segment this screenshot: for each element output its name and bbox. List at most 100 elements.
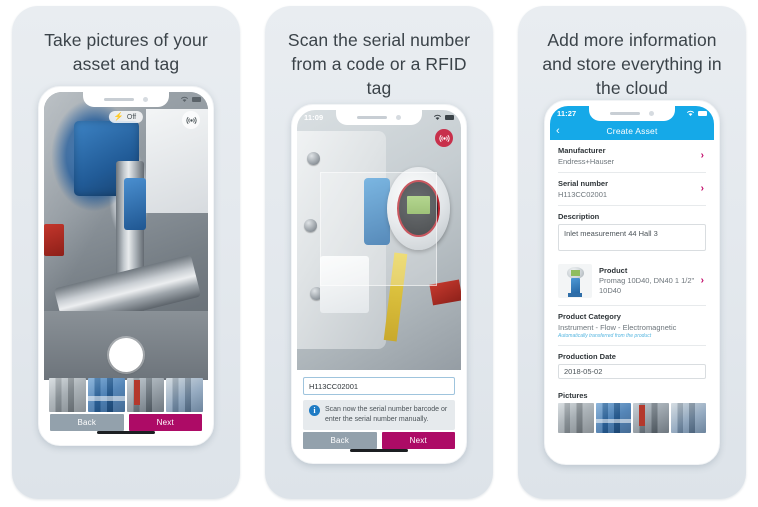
manufacturer-value: Endress+Hauser — [558, 157, 615, 166]
app-header: 11:27 ‹ Create Asset — [550, 106, 714, 140]
serial-number-value: H113CC02001 — [558, 190, 608, 199]
feature-panel-1: Take pictures of your asset and tag ⚡ Of… — [12, 6, 240, 499]
battery-icon — [445, 115, 454, 120]
next-button-1[interactable]: Next — [128, 414, 202, 431]
form-row-serial-number[interactable]: Serial number H113CC02001 › — [558, 173, 706, 206]
thumbnail-2[interactable] — [88, 378, 125, 412]
next-button-2[interactable]: Next — [381, 432, 455, 449]
chevron-right-icon[interactable]: › — [701, 151, 704, 161]
status-time-2: 11:09 — [304, 113, 324, 122]
speaker-grille — [610, 112, 640, 115]
product-lcd — [570, 270, 580, 276]
form-row-production-date: Production Date 2018-05-02 — [558, 346, 706, 385]
photo-region-bolt — [306, 151, 320, 165]
product-base — [568, 292, 582, 297]
serial-entry-area: H113CC02001 i Scan now the serial number… — [303, 377, 455, 430]
chevron-right-icon[interactable]: › — [701, 184, 704, 194]
camera-viewfinder-2: 11:09 — [297, 110, 461, 370]
speaker-grille — [104, 98, 134, 101]
phone-mockup-1: ⚡ Off Back Next — [38, 86, 214, 446]
phone-screen-3: 11:27 ‹ Create Asset Manufacturer Endres… — [550, 106, 714, 457]
info-banner: i Scan now the serial number barcode or … — [303, 400, 455, 430]
product-text: Product Promag 10D40, DN40 1 1/2" 10D40 — [599, 266, 706, 296]
status-time-3: 11:27 — [557, 109, 577, 118]
app-header-title: Create Asset — [606, 126, 658, 136]
phone-screen-1: ⚡ Off Back Next — [44, 92, 208, 438]
status-icons-2 — [433, 114, 454, 121]
battery-icon — [192, 97, 201, 102]
back-button-2[interactable]: Back — [303, 432, 377, 449]
product-label: Product — [599, 266, 628, 275]
panel-title-1: Take pictures of your asset and tag — [44, 30, 208, 74]
home-indicator-2 — [350, 449, 408, 452]
phone-notch-3 — [589, 106, 675, 121]
serial-number-label: Serial number — [558, 179, 609, 188]
thumbnail-1[interactable] — [49, 378, 86, 412]
wifi-icon — [180, 96, 189, 102]
product-category-value: Instrument - Flow - Electromagnetic — [558, 323, 677, 332]
form-row-pictures: Pictures — [558, 385, 706, 439]
picture-3[interactable] — [633, 403, 669, 433]
picture-2[interactable] — [595, 403, 631, 433]
flash-label: Off — [126, 113, 137, 121]
form-row-description: Description Inlet measurement 44 Hall 3 — [558, 206, 706, 257]
thumbnail-3[interactable] — [127, 378, 164, 412]
product-category-hint: Automatically transferred from the produ… — [558, 333, 652, 339]
pictures-label: Pictures — [558, 391, 588, 400]
product-description: Promag 10D40, DN40 1 1/2" 10D40 — [599, 276, 695, 295]
button-row-1: Back Next — [50, 414, 202, 431]
chevron-right-icon[interactable]: › — [701, 276, 704, 286]
phone-screen-2: 11:09 H113CC02001 i Scan now the serial … — [297, 110, 461, 456]
speaker-grille — [357, 116, 387, 119]
picture-1[interactable] — [558, 403, 594, 433]
status-icons-3 — [686, 110, 707, 117]
description-input[interactable]: Inlet measurement 44 Hall 3 — [558, 224, 706, 251]
button-row-2: Back Next — [303, 432, 455, 449]
flash-icon: ⚡ — [113, 112, 124, 121]
wifi-icon — [433, 114, 442, 120]
camera-photo-1 — [44, 92, 208, 380]
description-label: Description — [558, 212, 600, 221]
battery-icon — [698, 111, 707, 116]
product-category-label: Product Category — [558, 312, 621, 321]
front-camera-icon — [396, 115, 401, 120]
production-date-input[interactable]: 2018-05-02 — [558, 364, 706, 379]
thumbnail-4[interactable] — [166, 378, 203, 412]
product-thumbnail — [558, 264, 592, 298]
wifi-icon — [686, 110, 695, 116]
front-camera-icon — [143, 97, 148, 102]
flash-toggle-1[interactable]: ⚡ Off — [108, 111, 144, 123]
phone-mockup-3: 11:27 ‹ Create Asset Manufacturer Endres… — [544, 100, 720, 465]
info-banner-text: Scan now the serial number barcode or en… — [325, 406, 448, 423]
screenshot-root: Take pictures of your asset and tag ⚡ Of… — [0, 0, 758, 507]
panel-title-3: Add more information and store everythin… — [542, 30, 722, 98]
phone-notch-1 — [83, 92, 169, 107]
photo-region-bolt — [303, 219, 317, 233]
form-row-manufacturer[interactable]: Manufacturer Endress+Hauser › — [558, 140, 706, 173]
feature-panel-3: Add more information and store everythin… — [518, 6, 746, 499]
home-indicator-1 — [97, 431, 155, 434]
picture-4[interactable] — [670, 403, 706, 433]
form-row-product-category: Product Category Instrument - Flow - Ele… — [558, 306, 706, 346]
photo-region-white — [145, 109, 208, 213]
form-row-product[interactable]: Product Promag 10D40, DN40 1 1/2" 10D40 … — [558, 257, 706, 306]
front-camera-icon — [649, 111, 654, 116]
feature-panel-2: Scan the serial number from a code or a … — [265, 6, 493, 499]
photo-region-red — [44, 224, 64, 257]
rfid-wave-icon[interactable] — [182, 111, 200, 129]
shutter-button[interactable] — [109, 338, 143, 372]
manufacturer-label: Manufacturer — [558, 146, 606, 155]
camera-viewfinder-1: ⚡ Off — [44, 92, 208, 380]
pictures-strip — [558, 403, 706, 433]
scan-frame-overlay — [319, 172, 437, 287]
phone-notch-2 — [336, 110, 422, 125]
panel-title-2: Scan the serial number from a code or a … — [287, 30, 471, 98]
status-icons-1 — [180, 96, 201, 103]
serial-number-input[interactable]: H113CC02001 — [303, 377, 455, 395]
photo-region-actuator — [124, 178, 146, 231]
back-button-1[interactable]: Back — [50, 414, 124, 431]
production-date-label: Production Date — [558, 352, 616, 361]
asset-form: Manufacturer Endress+Hauser › Serial num… — [550, 140, 714, 457]
thumbnail-strip-1 — [44, 374, 208, 412]
rfid-wave-icon[interactable] — [435, 129, 453, 147]
